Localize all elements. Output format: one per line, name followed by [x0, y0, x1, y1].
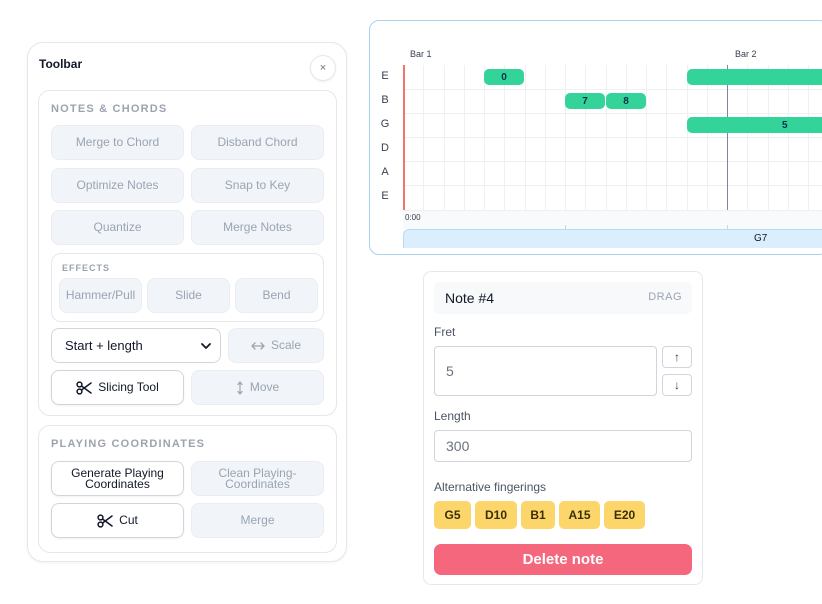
grid-line-horizontal	[403, 137, 822, 138]
cut-label: Cut	[119, 513, 138, 527]
note-panel-header[interactable]: Note #4 DRAG	[434, 282, 692, 314]
scale-label: Scale	[270, 338, 302, 352]
cut-button[interactable]: Cut	[51, 503, 184, 538]
string-label-g: G	[380, 118, 390, 130]
delete-note-button[interactable]: Delete note	[434, 544, 692, 575]
slicing-tool-button[interactable]: Slicing Tool	[51, 370, 184, 405]
toolbar-title: Toolbar	[39, 57, 83, 71]
fingering-chip[interactable]: A15	[559, 501, 600, 529]
selection-mode-value: Start + length	[65, 338, 143, 353]
bar-line	[727, 65, 728, 210]
fingering-chip[interactable]: D10	[475, 501, 517, 529]
move-label: Move	[249, 380, 280, 394]
move-vertical-icon	[237, 380, 243, 395]
arrow-up-icon: ↑	[674, 350, 680, 364]
grid-line-horizontal	[403, 89, 822, 90]
section-title-playing-coordinates: PLAYING COORDINATES	[51, 438, 206, 450]
string-label-b: B	[381, 94, 389, 106]
selection-mode-select[interactable]: Start + length	[51, 328, 221, 363]
grid-line-horizontal	[403, 161, 822, 162]
close-button[interactable]: ×	[310, 55, 336, 81]
disband-chord-button[interactable]: Disband Chord	[191, 125, 324, 160]
section-title-notes-chords: NOTES & CHORDS	[51, 103, 168, 115]
time-ruler[interactable]: 0:00	[403, 210, 822, 230]
bar-label-1: Bar 1	[410, 49, 432, 59]
note-title: Note #4	[445, 290, 495, 306]
merge-button[interactable]: Merge	[191, 503, 324, 538]
effects-group: EFFECTS Hammer/Pull Slide Bend	[51, 253, 324, 322]
generate-label-line2: Coordinates	[85, 476, 150, 491]
alternative-fingerings-label: Alternative fingerings	[434, 480, 547, 494]
note-block[interactable]: 5	[687, 117, 822, 133]
chevron-down-icon	[201, 343, 211, 349]
fret-label: Fret	[434, 325, 456, 339]
drag-handle[interactable]: DRAG	[648, 291, 682, 303]
hammer-pull-button[interactable]: Hammer/Pull	[59, 278, 142, 313]
grid-line-horizontal	[403, 113, 822, 114]
notes-chords-section: NOTES & CHORDS Merge to Chord Disband Ch…	[38, 90, 337, 416]
chord-track[interactable]: G7	[403, 229, 822, 248]
fret-decrement-button[interactable]: ↓	[662, 374, 692, 396]
string-label-d: D	[381, 142, 389, 154]
fingering-chip[interactable]: E20	[604, 501, 645, 529]
fret-increment-button[interactable]: ↑	[662, 346, 692, 368]
slide-button[interactable]: Slide	[147, 278, 230, 313]
slicing-tool-label: Slicing Tool	[98, 380, 159, 394]
length-input[interactable]: 300	[434, 430, 692, 462]
string-label-high-e: E	[381, 70, 389, 82]
close-icon: ×	[319, 62, 327, 74]
quantize-button[interactable]: Quantize	[51, 210, 184, 245]
generate-playing-coordinates-button[interactable]: Generate Playing Coordinates	[51, 461, 184, 496]
move-button[interactable]: Move	[191, 370, 324, 405]
note-block[interactable]: 8	[606, 93, 646, 109]
merge-to-chord-button[interactable]: Merge to Chord	[51, 125, 184, 160]
effects-title: EFFECTS	[62, 263, 111, 273]
scissors-icon	[76, 380, 92, 395]
grid-line-horizontal	[403, 185, 822, 186]
scissors-icon	[97, 513, 113, 528]
length-label: Length	[434, 409, 471, 423]
tab-timeline[interactable]: Bar 1 Bar 2 E B G D A E 0 7 8 5 0:00 G7	[369, 20, 822, 255]
clean-label-line2: Coordinates	[225, 476, 290, 491]
note-grid[interactable]: 0 7 8 5	[403, 65, 822, 210]
optimize-notes-button[interactable]: Optimize Notes	[51, 168, 184, 203]
merge-notes-button[interactable]: Merge Notes	[191, 210, 324, 245]
note-block[interactable]	[687, 69, 822, 85]
note-inspector-panel: Note #4 DRAG Fret 5 ↑ ↓ Length 300 Alter…	[423, 271, 703, 585]
note-block[interactable]: 7	[565, 93, 605, 109]
chord-label: G7	[754, 233, 768, 244]
resize-horizontal-icon	[251, 341, 265, 350]
note-block[interactable]: 0	[484, 69, 524, 85]
clean-playing-coordinates-button[interactable]: Clean Playing- Coordinates	[191, 461, 324, 496]
arrow-down-icon: ↓	[674, 378, 680, 392]
snap-to-key-button[interactable]: Snap to Key	[191, 168, 324, 203]
scale-button[interactable]: Scale	[228, 328, 324, 363]
string-label-a: A	[381, 166, 389, 178]
bar-label-2: Bar 2	[735, 49, 757, 59]
playhead[interactable]	[403, 65, 405, 210]
toolbar-panel: Toolbar × NOTES & CHORDS Merge to Chord …	[27, 42, 347, 562]
playing-coordinates-section: PLAYING COORDINATES Generate Playing Coo…	[38, 425, 337, 553]
bend-button[interactable]: Bend	[235, 278, 318, 313]
time-start-label: 0:00	[405, 213, 421, 222]
fingering-chip[interactable]: B1	[521, 501, 555, 529]
string-label-low-e: E	[381, 190, 389, 202]
fret-input[interactable]: 5	[434, 346, 657, 396]
fingering-chip[interactable]: G5	[434, 501, 471, 529]
